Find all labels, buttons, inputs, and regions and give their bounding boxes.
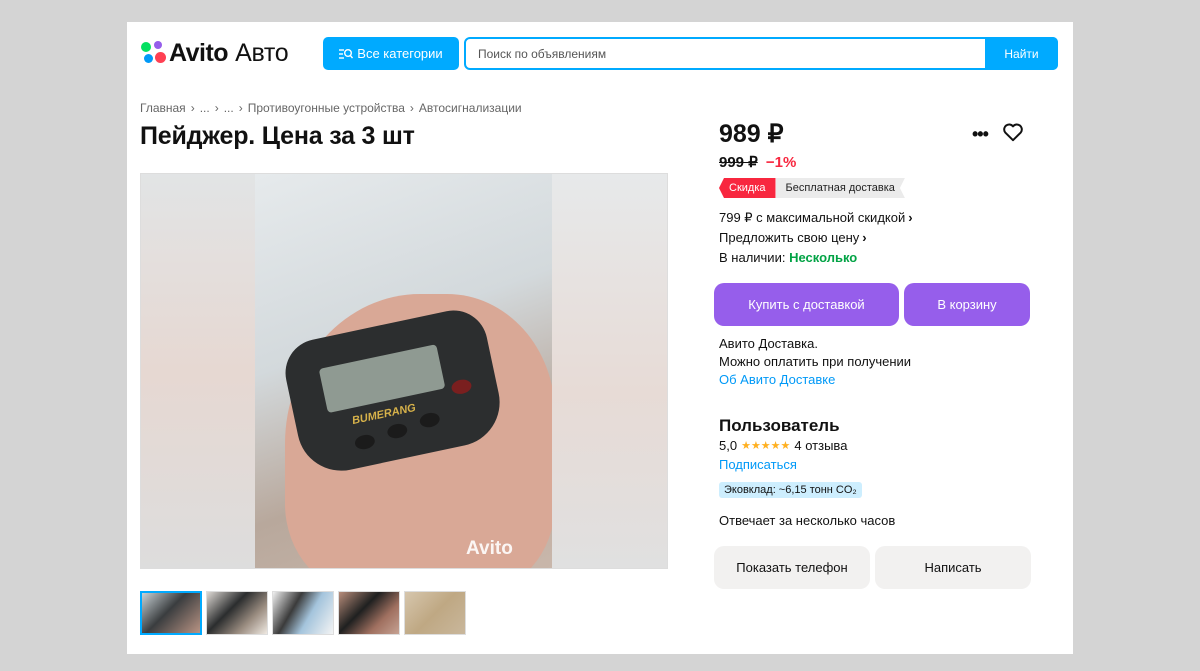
avito-watermark: Avito <box>466 538 513 559</box>
breadcrumb-item[interactable]: Главная <box>140 101 186 115</box>
show-phone-button[interactable]: Показать телефон <box>714 546 870 589</box>
delivery-line-1: Авито Доставка. <box>719 336 818 351</box>
search-input[interactable] <box>466 39 985 68</box>
breadcrumb-item[interactable]: Автосигнализации <box>419 101 522 115</box>
thumbnail[interactable] <box>272 591 334 635</box>
main-photo[interactable]: BUMERANG <box>255 174 552 568</box>
rating-value: 5,0 <box>719 438 738 453</box>
current-price: 989 ₽ <box>719 120 784 148</box>
all-categories-label: Все категории <box>357 46 443 61</box>
search-bar: Найти <box>464 37 1058 70</box>
breadcrumb-item[interactable]: ... <box>200 101 210 115</box>
listing-actions: ••• <box>972 122 1024 147</box>
thumbnail[interactable] <box>404 591 466 635</box>
offer-price-link[interactable]: Предложить свою цену › <box>719 230 867 245</box>
pager-button <box>450 377 473 396</box>
delivery-line-2: Можно оплатить при получении <box>719 354 912 369</box>
breadcrumb-separator: › <box>214 101 219 115</box>
pager-screen <box>318 344 446 414</box>
pager-button <box>386 422 409 440</box>
max-discount-link[interactable]: 799 ₽ с максимальной скидкой › <box>719 210 913 226</box>
thumbnail-strip <box>140 591 466 635</box>
favorite-heart-icon[interactable] <box>1002 122 1024 147</box>
chevron-right-icon: › <box>908 210 913 225</box>
breadcrumb-separator: › <box>238 101 243 115</box>
logo-sub: Авто <box>235 38 289 67</box>
subscribe-link[interactable]: Подписаться <box>719 457 797 472</box>
offer-price-label: Предложить свою цену <box>719 230 860 245</box>
eco-contribution-badge[interactable]: Эковклад: ~6,15 тонн CO₂ <box>719 482 862 498</box>
listing-page: Avito Авто Все категории Найти Главная ›… <box>127 22 1073 654</box>
availability-label: В наличии: <box>719 250 786 265</box>
discount-percent: −1% <box>765 154 797 171</box>
free-delivery-badge: Бесплатная доставка <box>776 178 905 198</box>
breadcrumb-item[interactable]: ... <box>224 101 234 115</box>
breadcrumb-item[interactable]: Противоугонные устройства <box>248 101 405 115</box>
breadcrumb: Главная › ... › ... › Противоугонные уст… <box>140 101 522 115</box>
search-button[interactable]: Найти <box>985 37 1058 70</box>
rating-stars-icon: ★★★★★ <box>741 440 791 452</box>
photo-blur-right <box>552 174 667 568</box>
max-discount-label: 799 ₽ с максимальной скидкой <box>719 210 906 225</box>
add-to-cart-button[interactable]: В корзину <box>904 283 1030 326</box>
more-options-icon[interactable]: ••• <box>972 124 989 145</box>
response-time: Отвечает за несколько часов <box>719 513 896 528</box>
logo-brand: Avito <box>169 38 229 67</box>
thumbnail[interactable] <box>140 591 202 635</box>
reviews-count: 4 отзыва <box>794 438 848 453</box>
pager-button <box>418 411 441 430</box>
menu-search-icon <box>339 48 354 59</box>
thumbnail[interactable] <box>338 591 400 635</box>
photo-gallery[interactable]: BUMERANG Avito <box>140 173 668 569</box>
pager-button <box>353 433 377 451</box>
availability-value: Несколько <box>789 250 858 265</box>
seller-rating[interactable]: 5,0 ★★★★★ 4 отзыва <box>719 438 847 453</box>
photo-blur-left <box>141 174 255 568</box>
old-price: 999 ₽ <box>719 154 758 171</box>
breadcrumb-separator: › <box>190 101 195 115</box>
availability: В наличии: Несколько <box>719 250 857 265</box>
breadcrumb-separator: › <box>409 101 414 115</box>
thumbnail[interactable] <box>206 591 268 635</box>
seller-name[interactable]: Пользователь <box>719 416 840 436</box>
chevron-right-icon: › <box>862 230 867 245</box>
listing-title: Пейджер. Цена за 3 шт <box>140 122 415 150</box>
price-badges: Скидка Бесплатная доставка <box>719 178 905 198</box>
write-message-button[interactable]: Написать <box>875 546 1031 589</box>
all-categories-button[interactable]: Все категории <box>323 37 459 70</box>
buy-with-delivery-button[interactable]: Купить с доставкой <box>714 283 899 326</box>
about-delivery-link[interactable]: Об Авито Доставке <box>719 372 835 387</box>
avito-logo[interactable]: Avito Авто <box>141 38 289 68</box>
logo-dots-icon <box>141 40 167 66</box>
old-price-row: 999 ₽ −1% <box>719 153 796 171</box>
sale-badge: Скидка <box>719 178 776 198</box>
